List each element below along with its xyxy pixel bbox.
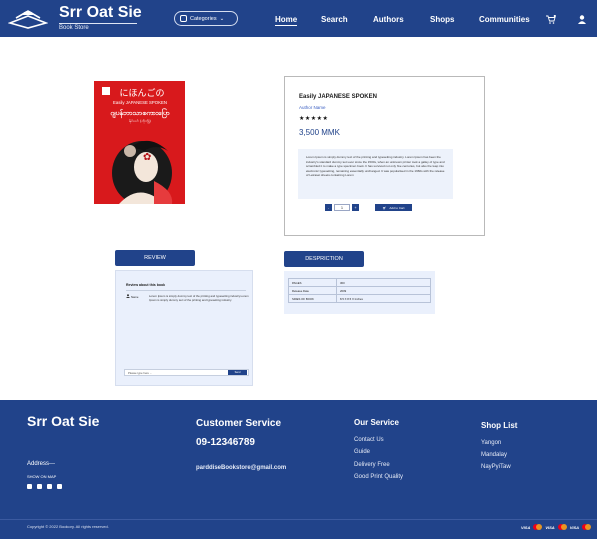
categories-label: Categories xyxy=(190,15,217,22)
reviewer-name: Name xyxy=(131,295,139,299)
review-panel: Review about this book Name Lorem Ipsum … xyxy=(115,270,253,386)
mastercard-icon xyxy=(582,524,592,530)
shop-mandalay[interactable]: Mandalay xyxy=(481,452,507,458)
table-row: Release Date 2009 xyxy=(288,286,431,295)
book-price: 3,500 MMK xyxy=(299,128,340,137)
spec-label: SIDES OF BOOK xyxy=(288,294,337,303)
page: Srr Oat Sie Book Store Categories ⌄ Home… xyxy=(0,0,597,539)
quantity-decrease-button[interactable]: - xyxy=(325,204,332,211)
book-detail-card: Easily JAPANESE SPOKEN Author Name ★★★★★… xyxy=(284,76,485,236)
spec-value: 2009 xyxy=(336,286,431,295)
shop-naypyitaw[interactable]: NayPyiTaw xyxy=(481,464,511,470)
book-cover-art: にほんごの Easily JAPANESE SPOKEN ဂျပန်ဘာသာစက… xyxy=(94,81,185,204)
spec-value: 8.5 X 8.5 X Inches xyxy=(336,294,431,303)
table-row: PAGES 300 xyxy=(288,278,431,287)
spec-label: PAGES xyxy=(288,278,337,287)
footer: Srr Oat Sie Address--- SHOW ON MAP Custo… xyxy=(0,400,597,539)
social-links xyxy=(27,484,62,489)
footer-divider xyxy=(0,519,597,520)
add-to-cart-button[interactable]: 🛒︎ Add to Cart xyxy=(375,204,412,211)
books-logo-icon[interactable] xyxy=(8,7,48,29)
customer-service-heading: Customer Service xyxy=(196,418,282,429)
cart-icon: 🛒︎ xyxy=(382,205,387,210)
payment-methods: VISA VISA VISA xyxy=(521,524,592,530)
grid-icon xyxy=(180,15,187,22)
visa-icon: VISA xyxy=(521,524,531,530)
brand-divider xyxy=(59,23,137,24)
reviewer-avatar-icon xyxy=(126,294,130,298)
copyright-text: Copyright © 2022 Bookory. All rights res… xyxy=(27,524,109,529)
service-print-quality[interactable]: Good Print Quality xyxy=(354,474,403,480)
nav-authors[interactable]: Authors xyxy=(373,15,404,24)
categories-dropdown[interactable]: Categories ⌄ xyxy=(174,11,238,26)
review-text: Lorem Ipsum is simply dummy text of the … xyxy=(149,294,249,302)
spec-value: 300 xyxy=(336,278,431,287)
add-to-cart-label: Add to Cart xyxy=(389,205,405,210)
footer-brand[interactable]: Srr Oat Sie xyxy=(27,413,99,429)
spec-label: Release Date xyxy=(288,286,337,295)
top-navbar: Srr Oat Sie Book Store Categories ⌄ Home… xyxy=(0,0,597,37)
facebook-icon[interactable] xyxy=(27,484,32,489)
rating-stars: ★★★★★ xyxy=(299,116,329,122)
nav-home[interactable]: Home xyxy=(275,15,298,26)
cover-english-title: Easily JAPANESE SPOKEN xyxy=(113,100,167,105)
service-guide[interactable]: Guide xyxy=(354,449,370,455)
twitter-icon[interactable] xyxy=(57,484,62,489)
visa-icon: VISA xyxy=(545,524,555,530)
nav-communities[interactable]: Communities xyxy=(479,15,530,24)
brand-name[interactable]: Srr Oat Sie xyxy=(59,4,142,22)
brand-subtitle: Book Store xyxy=(59,25,89,31)
cover-japanese-title: にほんごの xyxy=(119,87,164,99)
description-panel: PAGES 300 Release Date 2009 SIDES OF BOO… xyxy=(284,271,435,314)
review-divider xyxy=(126,290,246,291)
book-description: Lorem Ipsum is simply dummy text of the … xyxy=(298,149,453,199)
svg-text:✿: ✿ xyxy=(143,152,151,163)
youtube-icon[interactable] xyxy=(47,484,52,489)
book-title: Easily JAPANESE SPOKEN xyxy=(299,94,377,100)
chevron-down-icon: ⌄ xyxy=(219,15,225,22)
mastercard-icon xyxy=(557,524,567,530)
author-link[interactable]: Author Name xyxy=(299,105,326,110)
cart-icon[interactable] xyxy=(546,15,556,24)
instagram-icon[interactable] xyxy=(37,484,42,489)
mastercard-icon xyxy=(533,524,543,530)
review-heading: Review about this book xyxy=(126,283,166,287)
spec-table: PAGES 300 Release Date 2009 SIDES OF BOO… xyxy=(288,278,431,303)
user-icon[interactable] xyxy=(577,15,587,24)
shop-list-heading: Shop List xyxy=(481,421,518,430)
footer-email[interactable]: parddiseBookstore@gmail.com xyxy=(196,465,286,471)
show-on-map-link[interactable]: SHOW ON MAP xyxy=(27,474,56,479)
our-service-heading: Our Service xyxy=(354,418,399,427)
visa-icon: VISA xyxy=(569,524,580,530)
service-contact-us[interactable]: Contact Us xyxy=(354,437,384,443)
footer-address: Address--- xyxy=(27,461,56,467)
review-send-button[interactable]: Send xyxy=(228,370,247,375)
service-delivery-free[interactable]: Delivery Free xyxy=(354,462,390,468)
nav-search[interactable]: Search xyxy=(321,15,348,24)
tab-review[interactable]: REVIEW xyxy=(115,250,195,266)
shop-yangon[interactable]: Yangon xyxy=(481,440,501,446)
footer-phone[interactable]: 09-12346789 xyxy=(196,437,255,448)
table-row: SIDES OF BOOK 8.5 X 8.5 X Inches xyxy=(288,294,431,303)
nav-shops[interactable]: Shops xyxy=(430,15,454,24)
quantity-increase-button[interactable]: + xyxy=(352,204,359,211)
book-cover-image: にほんごの Easily JAPANESE SPOKEN ဂျပန်ဘာသာစက… xyxy=(94,81,185,204)
tab-description[interactable]: DESPRICTION xyxy=(284,251,364,267)
quantity-input[interactable]: 1 xyxy=(334,204,350,211)
